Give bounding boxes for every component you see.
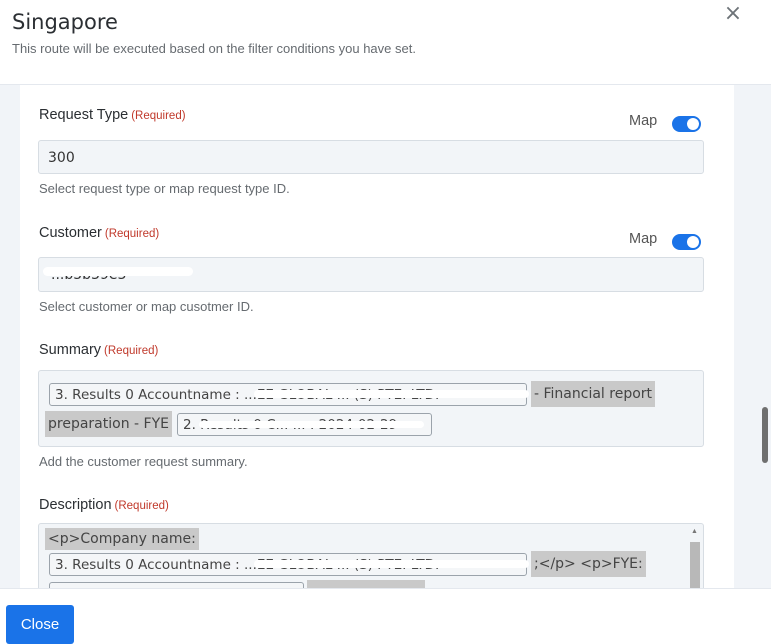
customer-map-toggle[interactable] — [672, 234, 701, 250]
redaction-mark — [43, 267, 193, 276]
description-text-2: ;</p> <p>FYE: — [531, 551, 646, 577]
close-icon[interactable]: × — [721, 2, 745, 26]
customer-hint: Select customer or map cusotmer ID. — [39, 299, 254, 314]
summary-input[interactable]: 3. Results 0 Accountname : ...EE GLOBAL … — [38, 370, 704, 447]
redaction-mark — [254, 560, 529, 568]
summary-text-1: - Financial report — [531, 381, 656, 407]
description-scroll-thumb[interactable] — [690, 542, 700, 588]
body-scroll-thumb[interactable] — [762, 407, 768, 463]
customer-label-text: Customer — [39, 225, 102, 241]
description-label: Description (Required) — [39, 497, 169, 513]
request-type-input[interactable]: 300 — [38, 140, 704, 174]
toggle-knob — [687, 236, 699, 248]
page-subtitle: This route will be executed based on the… — [12, 41, 416, 56]
redaction-mark — [254, 390, 529, 398]
request-type-hint: Select request type or map request type … — [39, 181, 290, 196]
summary-text-2: preparation - FYE — [45, 411, 172, 437]
request-type-map-label: Map — [629, 113, 658, 129]
description-text-3 — [307, 580, 425, 588]
close-button[interactable]: Close — [6, 605, 74, 644]
summary-label: Summary (Required) — [39, 342, 158, 358]
description-scrollbar[interactable]: ▲ — [689, 528, 701, 588]
required-marker: (Required) — [114, 500, 169, 512]
customer-label: Customer (Required) — [39, 225, 159, 241]
request-type-value: 300 — [48, 150, 75, 166]
request-type-map-toggle[interactable] — [672, 116, 701, 132]
modal-footer: Close — [0, 588, 771, 644]
summary-label-text: Summary — [39, 342, 102, 358]
toggle-knob — [687, 118, 699, 130]
customer-input[interactable]: ...b5b39e3 — [38, 257, 704, 292]
required-marker: (Required) — [131, 110, 186, 122]
description-text-1: <p>Company name: — [45, 528, 199, 550]
customer-map-label: Map — [629, 231, 658, 247]
redaction-mark — [199, 421, 424, 428]
required-marker: (Required) — [104, 228, 160, 240]
description-textarea[interactable]: <p>Company name: 3. Results 0 Accountnam… — [38, 523, 704, 588]
request-type-label-text: Request Type — [39, 107, 129, 123]
scroll-up-icon[interactable]: ▲ — [691, 528, 698, 535]
form-panel: Request Type (Required) Map 300 Select re… — [20, 85, 734, 588]
request-type-label: Request Type (Required) — [39, 107, 186, 123]
page-title: Singapore — [12, 10, 118, 34]
description-label-text: Description — [39, 497, 112, 513]
modal-header: Singapore This route will be executed ba… — [0, 0, 771, 85]
summary-hint: Add the customer request summary. — [39, 454, 248, 469]
required-marker: (Required) — [104, 345, 159, 357]
modal-body: Request Type (Required) Map 300 Select re… — [0, 85, 771, 588]
